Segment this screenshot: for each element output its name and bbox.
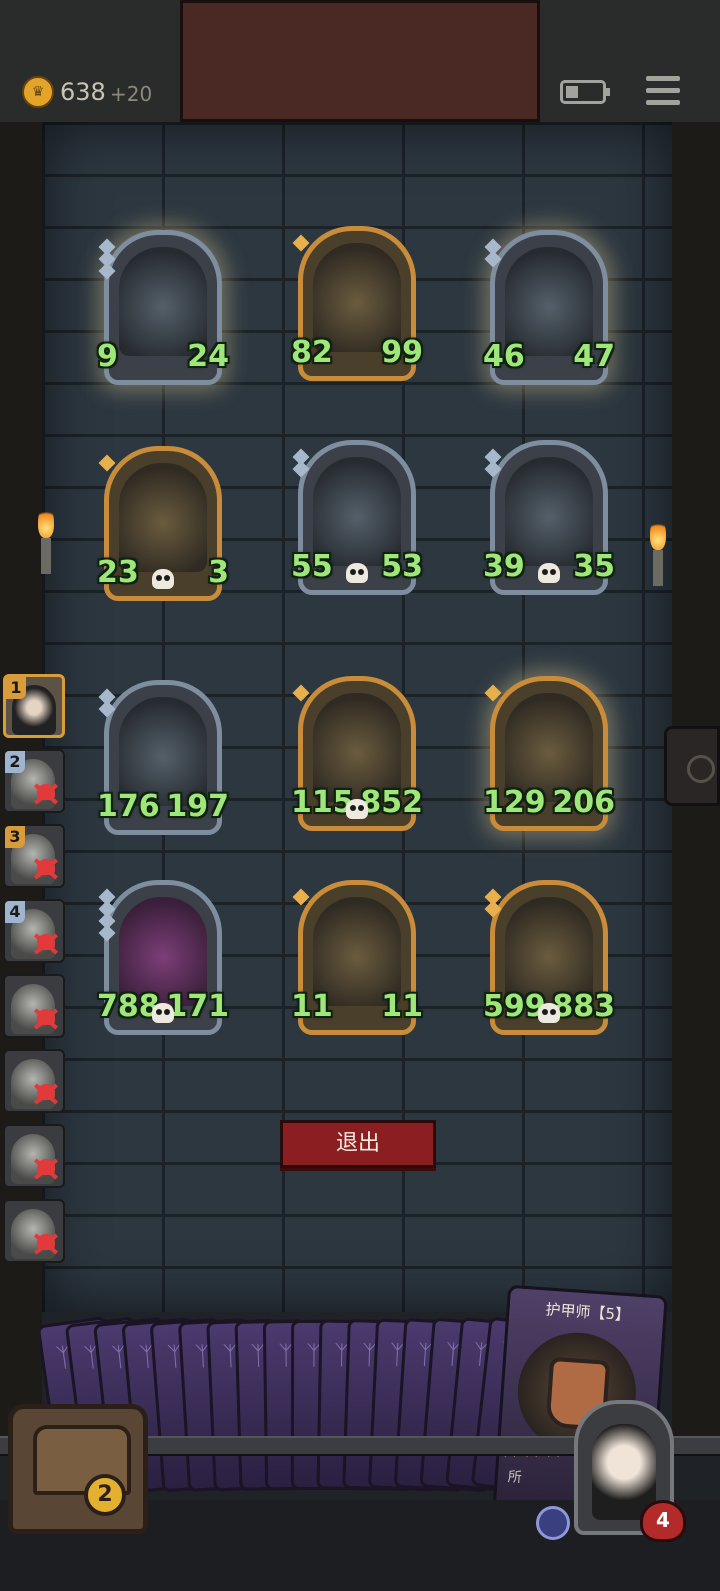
clown-card[interactable]: 9 24 [93, 230, 233, 385]
roster-slot[interactable]: 3 [3, 824, 65, 888]
health-value: 852 [360, 785, 427, 829]
roster-slot[interactable] [3, 1199, 65, 1263]
hero-health-value: 4 [656, 1508, 670, 1532]
skull-crossbones-icon [32, 1230, 60, 1258]
chest-count-badge: 2 [84, 1474, 126, 1516]
crown-coin-icon: ♛ [22, 76, 54, 108]
health-value: 11 [381, 989, 427, 1033]
armorer-card-text: 所 [507, 1469, 523, 1487]
health-value: 883 [552, 989, 619, 1033]
health-value: 3 [189, 555, 233, 599]
skull-icon [346, 799, 368, 819]
health-value: 35 [573, 549, 619, 593]
roster-slot[interactable] [3, 974, 65, 1038]
fairy-card[interactable]: 11 11 [287, 880, 427, 1035]
curtain [180, 0, 540, 122]
roster-number: 2 [5, 751, 25, 773]
health-value: 171 [166, 989, 233, 1033]
treasure-chest-icon[interactable] [8, 1404, 148, 1534]
skull-crossbones-icon [32, 1080, 60, 1108]
roster-slot[interactable]: 1 [3, 674, 65, 738]
attack-value: 788 [93, 989, 160, 1033]
bomber-card[interactable]: 39 35 [479, 440, 619, 595]
roster-slot[interactable] [3, 1124, 65, 1188]
door-handle [664, 726, 720, 806]
coin-delta: +20 [110, 82, 153, 106]
witch-card[interactable]: 115 852 [287, 676, 427, 831]
attack-value: 46 [479, 339, 525, 383]
box-golem-card[interactable]: 599 883 [479, 880, 619, 1035]
roster-number: 3 [5, 826, 25, 848]
gargoyle-card[interactable]: 55 53 [287, 440, 427, 595]
skull-crossbones-icon [32, 1005, 60, 1033]
robot-card[interactable]: 23 3 [93, 446, 233, 601]
skull-icon [152, 1003, 174, 1023]
attack-value: 9 [93, 339, 137, 383]
skull-icon [152, 569, 174, 589]
skull-crossbones-icon [32, 1155, 60, 1183]
health-value: 99 [381, 335, 427, 379]
health-value: 53 [381, 549, 427, 593]
attack-value: 82 [287, 335, 333, 379]
health-value: 206 [552, 785, 619, 829]
elf-queen-card[interactable]: 129 206 [479, 676, 619, 831]
torch-icon-right [648, 518, 668, 588]
shield-icon [536, 1506, 570, 1540]
attack-value: 39 [479, 549, 525, 593]
roster-slot[interactable] [3, 1049, 65, 1113]
coin-count: 638 [60, 78, 106, 106]
attack-value: 129 [479, 785, 546, 829]
health-value: 24 [187, 339, 233, 383]
skull-icon [538, 563, 560, 583]
attack-value: 115 [287, 785, 354, 829]
demon-bear-card[interactable]: 788 171 [93, 880, 233, 1035]
hero-health: 4 [640, 1500, 686, 1542]
rat-card[interactable]: 46 47 [479, 230, 619, 385]
skull-crossbones-icon [32, 780, 60, 808]
skull-icon [538, 1003, 560, 1023]
roster-slot[interactable]: 2 [3, 749, 65, 813]
sea-serpent-card[interactable]: 82 99 [287, 226, 427, 381]
skull-crossbones-icon [32, 855, 60, 883]
attack-value: 11 [287, 989, 333, 1033]
armorer-card-title: 护甲师【5】 [544, 1300, 631, 1325]
attack-value: 23 [93, 555, 139, 599]
torch-icon-left [36, 506, 56, 576]
roster-slot[interactable]: 4 [3, 899, 65, 963]
battery-icon [560, 80, 610, 104]
skull-icon [346, 563, 368, 583]
health-value: 47 [573, 339, 619, 383]
roster-number: 1 [6, 677, 26, 699]
bunny-mask-card[interactable]: 176 197 [93, 680, 233, 835]
roster-number: 4 [5, 901, 25, 923]
skull-crossbones-icon [32, 930, 60, 958]
attack-value: 599 [479, 989, 546, 1033]
attack-value: 176 [93, 789, 160, 833]
attack-value: 55 [287, 549, 333, 593]
exit-button[interactable]: 退出 [280, 1120, 436, 1168]
top-bar: ♛ 638 +20 [0, 0, 720, 125]
hamburger-menu-icon[interactable] [646, 76, 680, 108]
health-value: 197 [166, 789, 233, 833]
